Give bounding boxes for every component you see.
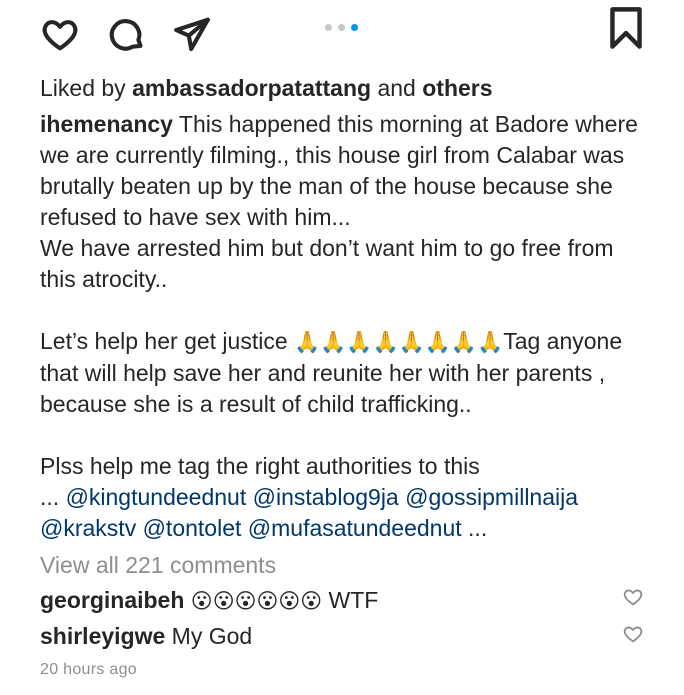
share-paper-plane-icon[interactable] [172,14,212,54]
carousel-dot [338,24,345,31]
caption-line: brutally beaten up by the man of the hou… [40,173,613,199]
like-heart-icon[interactable] [40,14,80,54]
comment-like-heart-icon[interactable] [622,623,644,645]
caption-spacer [40,420,650,451]
comment-text: My God [165,623,253,649]
liker-username[interactable]: ambassadorpatattang [132,75,371,101]
caption-spacer [40,295,650,326]
likes-mid: and [371,75,423,101]
post-timestamp: 20 hours ago [40,661,138,678]
comment-like-heart-icon[interactable] [622,586,644,608]
carousel-dot [325,24,332,31]
post-caption: ihemenancy This happened this morning at… [40,109,650,544]
save-bookmark-icon[interactable] [606,7,646,49]
caption-line: because she is a result of child traffic… [40,391,472,417]
likes-prefix: Liked by [40,75,133,101]
comment-bubble-icon[interactable] [107,14,147,54]
caption-line: this atrocity.. [40,266,168,292]
likes-summary: Liked by ambassadorpatattang and others [40,73,493,103]
likes-others-link[interactable]: others [422,75,492,101]
post-actions-bar [0,0,684,64]
caption-text: Tag anyone [503,328,623,354]
caption-line: Plss help me tag the right authorities t… [40,453,480,479]
view-all-comments-link[interactable]: View all 221 comments [40,550,276,580]
caption-text: ... [461,515,488,541]
carousel-indicator [325,24,358,31]
caption-line: that will help save her and reunite her … [40,360,606,386]
caption-line: We have arrested him but don’t want him … [40,235,614,261]
carousel-dot-active [351,24,358,31]
comment-row: shirleyigwe My God [40,621,650,651]
comment-text: WTF [322,587,379,613]
caption-text: Let’s help her get justice [40,328,295,354]
caption-line: refused to have sex with him... [40,204,351,230]
caption-author[interactable]: ihemenancy [40,111,173,137]
mention-links[interactable]: @kingtundeednut @instablog9ja @gossipmil… [66,484,578,510]
shocked-face-emoji: 😮😮😮😮😮😮 [190,589,323,613]
mention-links[interactable]: @krakstv @tontolet @mufasatundeednut [40,515,462,541]
caption-text: This happened this morning at Badore whe… [172,111,638,137]
comment-username[interactable]: shirleyigwe [40,623,165,649]
caption-line: we are currently filming., this house gi… [40,142,625,168]
praying-hands-emoji: 🙏🙏🙏🙏🙏🙏🙏🙏 [294,330,504,354]
comment-row: georginaibeh 😮😮😮😮😮😮 WTF [40,585,650,616]
caption-text: ... [40,484,66,510]
comment-username[interactable]: georginaibeh [40,587,184,613]
